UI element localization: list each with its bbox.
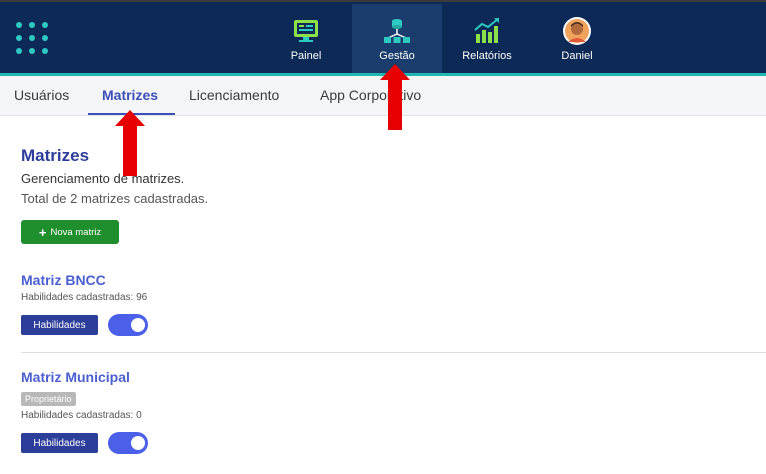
apps-grid-icon[interactable] <box>16 22 50 56</box>
toggle-knob <box>131 318 145 332</box>
plus-icon: + <box>38 224 47 240</box>
owner-badge: Proprietário <box>21 392 76 406</box>
tab-matrizes[interactable]: Matrizes <box>102 87 158 103</box>
matrices-total: Total de 2 matrizes cadastradas. <box>21 191 209 206</box>
divider <box>21 352 766 353</box>
skills-button[interactable]: Habilidades <box>21 433 98 453</box>
tab-usuarios[interactable]: Usuários <box>14 87 69 103</box>
matrix-skill-count: Habilidades cadastradas: 96 <box>21 292 148 303</box>
nav-relatorios[interactable]: Relatórios <box>442 4 532 75</box>
matrix-skill-count: Habilidades cadastradas: 0 <box>21 410 142 421</box>
page-subtitle: Gerenciamento de matrizes. <box>21 171 185 186</box>
dashboard-monitor-icon <box>294 20 318 42</box>
nav-user-daniel[interactable]: Daniel <box>532 4 622 75</box>
user-avatar <box>563 17 591 45</box>
management-network-icon <box>384 19 410 43</box>
matrix-enabled-toggle[interactable] <box>108 314 148 336</box>
matrix-name-link[interactable]: Matriz Municipal <box>21 369 130 385</box>
toggle-knob <box>131 436 145 450</box>
tab-licenciamento[interactable]: Licenciamento <box>189 87 279 103</box>
skills-button[interactable]: Habilidades <box>21 315 98 335</box>
nav-label: Gestão <box>379 50 415 62</box>
nav-label: Relatórios <box>462 50 512 62</box>
matrix-enabled-toggle[interactable] <box>108 432 148 454</box>
new-matrix-button[interactable]: + Nova matriz <box>21 220 119 244</box>
nav-label: Painel <box>290 50 322 62</box>
nav-label: Daniel <box>561 50 593 62</box>
matrix-name-link[interactable]: Matriz BNCC <box>21 272 106 288</box>
nav-painel[interactable]: Painel <box>261 4 351 75</box>
red-arrow-up-icon <box>115 110 145 176</box>
new-matrix-label: Nova matriz <box>50 226 102 238</box>
page-title: Matrizes <box>21 146 90 165</box>
red-arrow-up-icon <box>380 64 410 130</box>
reports-chart-icon <box>474 18 499 43</box>
